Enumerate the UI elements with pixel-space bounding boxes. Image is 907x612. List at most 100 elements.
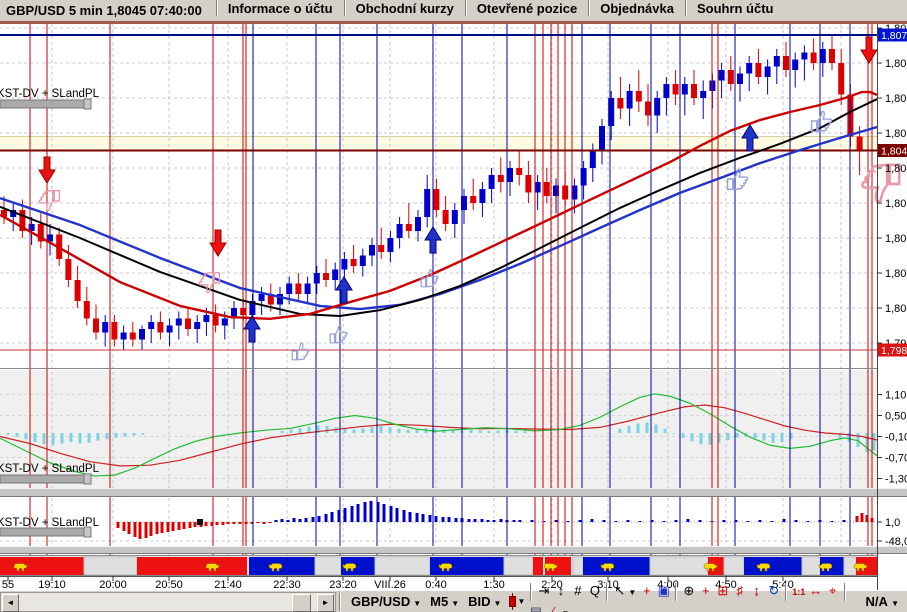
toolbar-icons: ⇥↕#Q↖▼+▣⊕+⊞♯↨↻1:1↔⌖▤∕▼ [527,581,865,612]
pane-splitter-2[interactable] [0,546,907,554]
crosshair-pointer-icon[interactable]: + [638,581,655,601]
pane-label-scrollbar[interactable] [0,526,92,538]
period-select[interactable]: M5 [423,594,451,609]
signal-segment-bull[interactable] [744,557,802,575]
chart-style-dropdown-arrow[interactable]: ▼ [517,597,527,606]
svg-text:1,7988: 1,7988 [881,345,907,357]
pane-label-2: KST-DV + SLandPL [0,463,100,475]
svg-text:-48,0: -48,0 [885,536,907,548]
pane-backgrounds [0,22,907,590]
trendline-icon[interactable]: ∕ [544,602,561,612]
svg-text:1,8030: 1,8030 [885,198,907,210]
svg-text:20:50: 20:50 [155,579,183,590]
svg-text:1,8070: 1,8070 [885,58,907,70]
tab-2[interactable]: Obchodní kurzy [343,0,465,16]
tab-4[interactable]: Objednávka [588,0,685,16]
signal-segment-none[interactable] [374,556,431,576]
signal-segment-red[interactable] [533,557,543,575]
combo-group: GBP/USD ▼ M5 ▼ BID ▼ [344,594,503,609]
svg-text:20:00: 20:00 [99,579,127,590]
period-select-arrow[interactable]: ▼ [451,599,461,608]
svg-text:0:40: 0:40 [425,579,446,590]
parallel-lines-icon[interactable]: ♯ [731,581,748,601]
tab-bar: GBP/USD 5 min 1,8045 07:40:00 Informace … [0,0,907,22]
chart-style-candle-icon[interactable] [509,593,517,610]
h-arrows-icon[interactable]: ↔ [807,581,824,601]
price-type-select-arrow[interactable]: ▼ [494,599,504,608]
svg-text:-0,70: -0,70 [885,453,907,465]
zoom-in-icon[interactable]: ⊕ [680,581,697,601]
crosshair-small-icon[interactable]: + [697,581,714,601]
svg-text:-1,30: -1,30 [885,474,907,486]
scroll-right-button[interactable]: ► [317,593,334,612]
toolbar-separator [606,582,609,601]
refresh-icon[interactable]: ↻ [765,581,782,601]
snap-to-end-icon[interactable]: ⇥ [535,581,552,601]
toolbar-separator [675,582,678,601]
toolbar-separator [339,592,341,611]
signal-segment-none[interactable] [572,556,584,576]
pane-splitter-1[interactable] [0,488,907,497]
chart-title: GBP/USD 5 min 1,8045 07:40:00 [6,3,202,18]
fit-vertical-icon[interactable]: ↕ [552,581,569,601]
status-selector[interactable]: N/A ▼ [866,594,901,609]
signal-segment-none[interactable] [314,556,342,576]
pane-label-scrollbar[interactable] [0,98,92,110]
signal-segment-none[interactable] [723,556,745,576]
signal-segment-bull[interactable] [583,557,650,575]
one-to-one-icon[interactable]: 1:1 [790,582,807,602]
signal-segment-none[interactable] [649,556,709,576]
svg-text:22:30: 22:30 [273,579,301,590]
signal-segment-bear[interactable] [0,557,84,575]
svg-text:1,8010: 1,8010 [885,268,907,280]
pointer-icon[interactable]: ↖ [611,581,628,601]
svg-text:1,8000: 1,8000 [885,303,907,315]
vline-arrows-icon[interactable]: ↨ [748,581,765,601]
svg-text:1:30: 1:30 [483,579,504,590]
svg-text:55: 55 [2,579,14,590]
scroll-left-button[interactable]: ◄ [2,593,19,612]
scrollbar-thumb[interactable] [292,593,311,612]
toolbar-separator [844,582,847,601]
tab-5[interactable]: Souhrn účtu [684,0,785,16]
pane-label-1: KST-DV + SLandPL [0,88,100,100]
symbol-select-arrow[interactable]: ▼ [413,599,423,608]
svg-text:23:20: 23:20 [329,579,357,590]
tab-1[interactable]: Informace o účtu [215,0,344,16]
target-icon[interactable]: ⌖ [824,581,841,601]
signal-segment-none[interactable] [83,556,138,576]
svg-text:21:40: 21:40 [214,579,242,590]
grid-icon[interactable]: # [569,581,586,601]
svg-text:1,8060: 1,8060 [885,93,907,105]
price-type-select[interactable]: BID [461,594,493,609]
svg-text:1,8020: 1,8020 [885,233,907,245]
symbol-select[interactable]: GBP/USD [344,594,413,609]
price-band [0,136,877,151]
zoom-region-icon[interactable]: Q [586,581,603,601]
toolbar-separator [530,582,533,601]
svg-text:VIII.26: VIII.26 [374,579,406,590]
signal-strip [0,556,877,576]
svg-text:1,8045: 1,8045 [881,146,907,158]
status-dropdown-arrow[interactable]: ▼ [891,599,901,608]
svg-text:1,8040: 1,8040 [885,163,907,175]
signal-segment-bear[interactable] [137,557,247,575]
signal-segment-none[interactable] [503,556,534,576]
bottom-toolbar: ◄ ► GBP/USD ▼ M5 ▼ BID ▼ ▼ ⇥ ↕ # Q ↖ ▼ + ▣ ⊕ + ⊞ ♯ ↨ ↻ 1:1 ↔… [0,582,907,612]
crosshair-box-icon[interactable]: ⊞ [714,581,731,601]
svg-text:1,10: 1,10 [885,390,906,402]
svg-text:1,8050: 1,8050 [885,128,907,140]
tab-3[interactable]: Otevřené pozice [464,0,589,16]
pointer-icon-arrow[interactable]: ▼ [628,588,638,597]
trading-app-window: GBP/USD 5 min 1,8045 07:40:00 Informace … [0,0,907,612]
pane-label-scrollbar[interactable] [0,473,92,485]
cascade-windows-icon[interactable]: ▣ [655,581,672,601]
signal-segment-none[interactable] [801,556,821,576]
tab-strip: Informace o účtu Obchodní kurzy Otevřené p… [215,0,785,21]
chart-canvas[interactable]: 1,80801,80701,80601,80501,80401,80301,80… [0,22,907,590]
svg-text:1,8078: 1,8078 [881,30,907,42]
svg-text:1,0: 1,0 [885,517,900,529]
chart-horizontal-scrollbar[interactable]: ◄ ► [0,591,336,612]
svg-text:19:10: 19:10 [38,579,66,590]
new-doc-icon[interactable]: ▤ [527,602,544,612]
